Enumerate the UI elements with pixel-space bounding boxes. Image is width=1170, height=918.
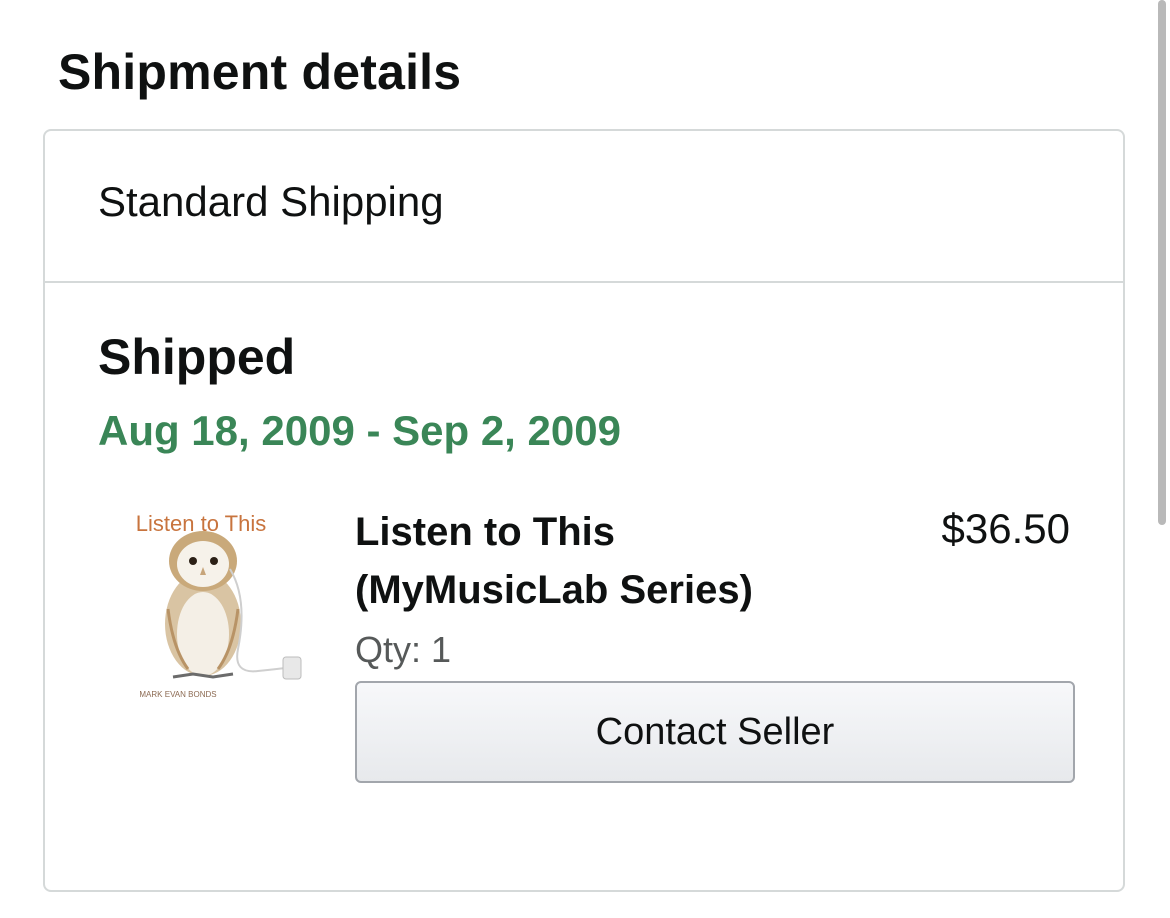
- cover-author: MARK EVAN BONDS: [139, 690, 216, 699]
- product-image[interactable]: Listen to This MARK EVAN BONDS: [118, 499, 308, 713]
- product-price: $36.50: [941, 505, 1070, 552]
- page-title: Shipment details: [58, 44, 462, 100]
- product-quantity: Qty: 1: [355, 629, 452, 670]
- shipment-details-page: Shipment details Standard Shipping Shipp…: [0, 0, 1170, 918]
- page-scrollbar[interactable]: [1158, 0, 1166, 525]
- shipping-method: Standard Shipping: [98, 178, 444, 225]
- shipping-method-row: Standard Shipping: [45, 131, 1123, 283]
- shipment-card: Standard Shipping Shipped Aug 18, 2009 -…: [43, 129, 1125, 892]
- owl-book-cover-icon: Listen to This MARK EVAN BONDS: [118, 499, 308, 713]
- product-title[interactable]: Listen to This (MyMusicLab Series): [355, 503, 825, 619]
- contact-seller-button[interactable]: Contact Seller: [355, 681, 1075, 783]
- shipment-status: Shipped: [98, 329, 296, 385]
- delivery-date-range: Aug 18, 2009 - Sep 2, 2009: [98, 407, 621, 454]
